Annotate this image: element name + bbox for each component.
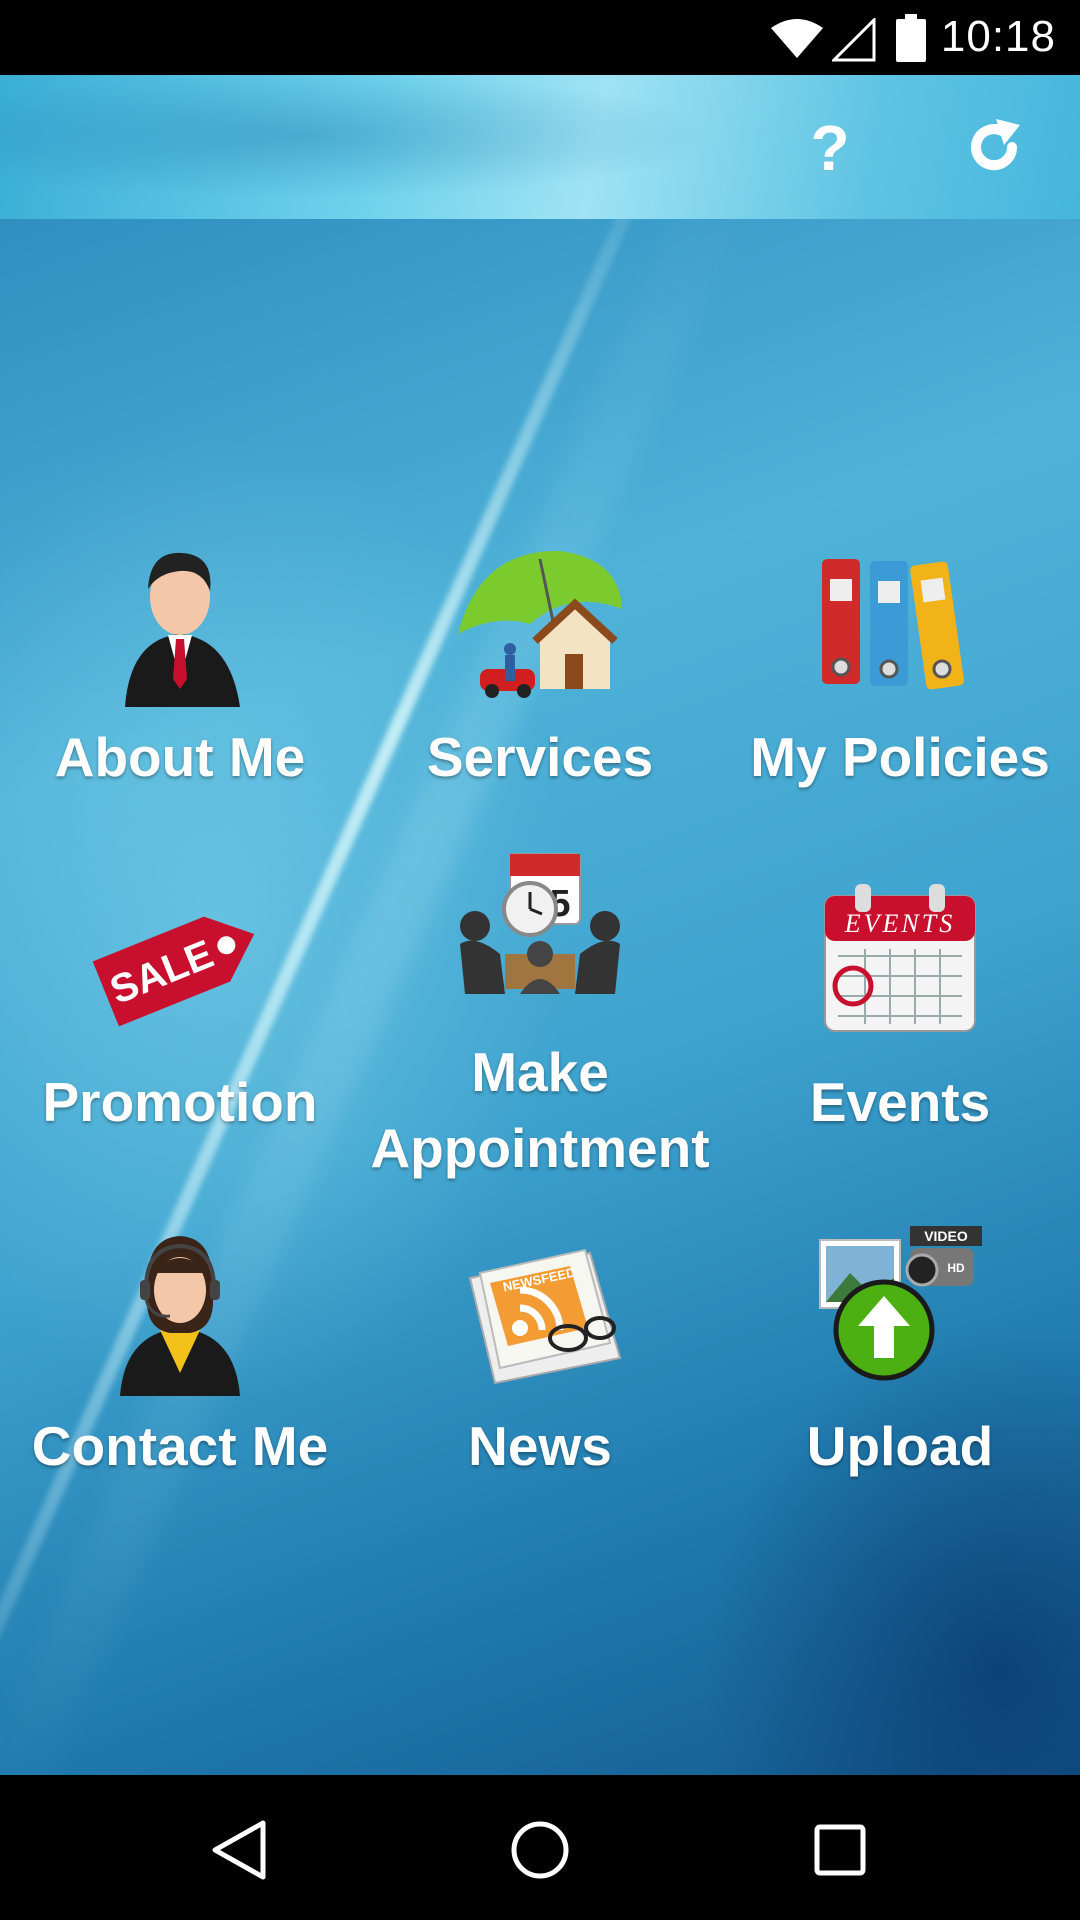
recents-icon xyxy=(814,1824,866,1876)
support-agent-icon xyxy=(90,1218,270,1398)
menu-item-my-policies[interactable]: My Policies xyxy=(720,529,1080,859)
menu-item-label: About Me xyxy=(54,726,306,788)
refresh-button[interactable] xyxy=(962,115,1026,179)
status-bar: 10:18 xyxy=(0,0,1080,75)
menu-item-label: Make xyxy=(471,1041,609,1103)
menu-item-label: Services xyxy=(426,726,654,788)
system-navigation-bar xyxy=(0,1775,1080,1920)
help-button[interactable]: ? xyxy=(800,113,860,183)
battery-icon xyxy=(896,14,926,67)
recents-button[interactable] xyxy=(805,1815,875,1885)
back-icon xyxy=(212,1820,266,1880)
menu-item-label: Upload xyxy=(806,1415,994,1477)
menu-item-services[interactable]: Services xyxy=(360,529,720,859)
businessman-icon xyxy=(90,529,270,709)
menu-item-label: Promotion xyxy=(42,1071,318,1133)
menu-item-label: My Policies xyxy=(750,726,1050,788)
upload-media-icon: VIDEO HD xyxy=(810,1218,990,1398)
hd-badge: HD xyxy=(947,1261,965,1275)
home-button[interactable] xyxy=(505,1815,575,1885)
meeting-clock-calendar-icon: 5 xyxy=(450,844,630,1024)
menu-item-upload[interactable]: VIDEO HD Upload xyxy=(720,1218,1080,1548)
back-button[interactable] xyxy=(205,1815,275,1885)
menu-item-news[interactable]: NEWSFEED News xyxy=(360,1218,720,1548)
binders-icon xyxy=(810,529,990,709)
sale-tag-icon: SALE xyxy=(90,874,270,1054)
menu-item-make-appointment[interactable]: 5 Make Appointment xyxy=(360,844,720,1179)
menu-item-label: Events xyxy=(809,1071,991,1133)
home-icon xyxy=(511,1821,569,1879)
menu-item-events[interactable]: EVENTS Events xyxy=(720,874,1080,1204)
events-calendar-icon: EVENTS xyxy=(810,874,990,1054)
cell-signal-icon xyxy=(830,16,876,67)
app-header: ? xyxy=(0,75,1080,219)
menu-item-promotion[interactable]: SALE Promotion xyxy=(0,874,360,1204)
menu-item-about-me[interactable]: About Me xyxy=(0,529,360,859)
header-background xyxy=(0,75,1080,219)
menu-item-label: Contact Me xyxy=(31,1415,329,1477)
wifi-icon xyxy=(770,18,824,65)
upload-icon-text: VIDEO xyxy=(924,1228,968,1244)
events-icon-text: EVENTS xyxy=(844,909,955,938)
menu-grid: About Me Services My Policies SALE Promo… xyxy=(0,219,1080,1775)
menu-item-contact-me[interactable]: Contact Me xyxy=(0,1218,360,1548)
newspaper-icon: NEWSFEED xyxy=(450,1218,630,1398)
umbrella-house-car-icon xyxy=(450,529,630,709)
clock: 10:18 xyxy=(940,12,1056,61)
menu-item-label: News xyxy=(468,1415,612,1477)
menu-item-label: Appointment xyxy=(370,1117,710,1179)
refresh-icon xyxy=(971,119,1020,171)
